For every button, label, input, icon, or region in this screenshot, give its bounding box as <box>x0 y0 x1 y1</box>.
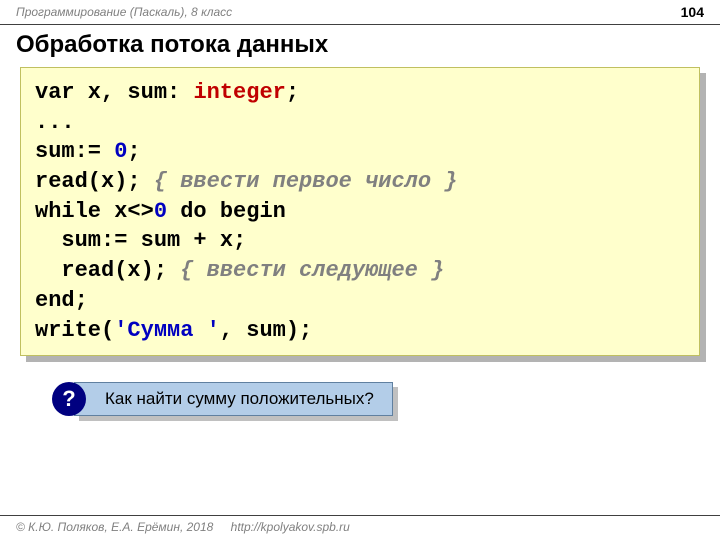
code-text: sum:= sum + x; <box>35 228 246 253</box>
course-label: Программирование (Паскаль), 8 класс <box>16 5 232 19</box>
divider-bottom <box>0 515 720 516</box>
code-text: ... <box>35 110 75 135</box>
code-text: var x, sum: <box>35 80 193 105</box>
code-comment: { ввести следующее } <box>180 258 444 283</box>
code-text: ; <box>127 169 153 194</box>
code-text: ; <box>154 258 180 283</box>
question-box: ? Как найти сумму положительных? <box>74 382 393 416</box>
code-number: 0 <box>114 139 127 164</box>
footer-link[interactable]: http://kpolyakov.spb.ru <box>231 520 350 534</box>
footer: © К.Ю. Поляков, Е.А. Ерёмин, 2018 http:/… <box>0 520 720 534</box>
copyright: © К.Ю. Поляков, Е.А. Ерёмин, 2018 <box>16 520 213 534</box>
code-text: ; <box>286 80 299 105</box>
page-title: Обработка потока данных <box>0 31 720 67</box>
code-block: var x, sum: integer; ... sum:= 0; read(x… <box>20 67 700 356</box>
header-bar: Программирование (Паскаль), 8 класс 104 <box>0 0 720 22</box>
question-text: Как найти сумму положительных? <box>74 382 393 416</box>
code-string: 'Сумма ' <box>114 318 220 343</box>
code-text: do begin <box>167 199 286 224</box>
code-text: read(x) <box>35 169 127 194</box>
code-box: var x, sum: integer; ... sum:= 0; read(x… <box>20 67 700 356</box>
question-badge-icon: ? <box>52 382 86 416</box>
code-comment: { ввести первое число } <box>154 169 458 194</box>
code-type: integer <box>193 80 285 105</box>
code-text: ; <box>127 139 140 164</box>
code-number: 0 <box>154 199 167 224</box>
code-text: read(x) <box>35 258 154 283</box>
page-number: 104 <box>681 4 704 20</box>
code-text: write( <box>35 318 114 343</box>
code-text: end; <box>35 288 88 313</box>
code-text: while x<> <box>35 199 154 224</box>
code-text: sum:= <box>35 139 114 164</box>
code-text: , sum); <box>220 318 312 343</box>
divider-top <box>0 24 720 25</box>
